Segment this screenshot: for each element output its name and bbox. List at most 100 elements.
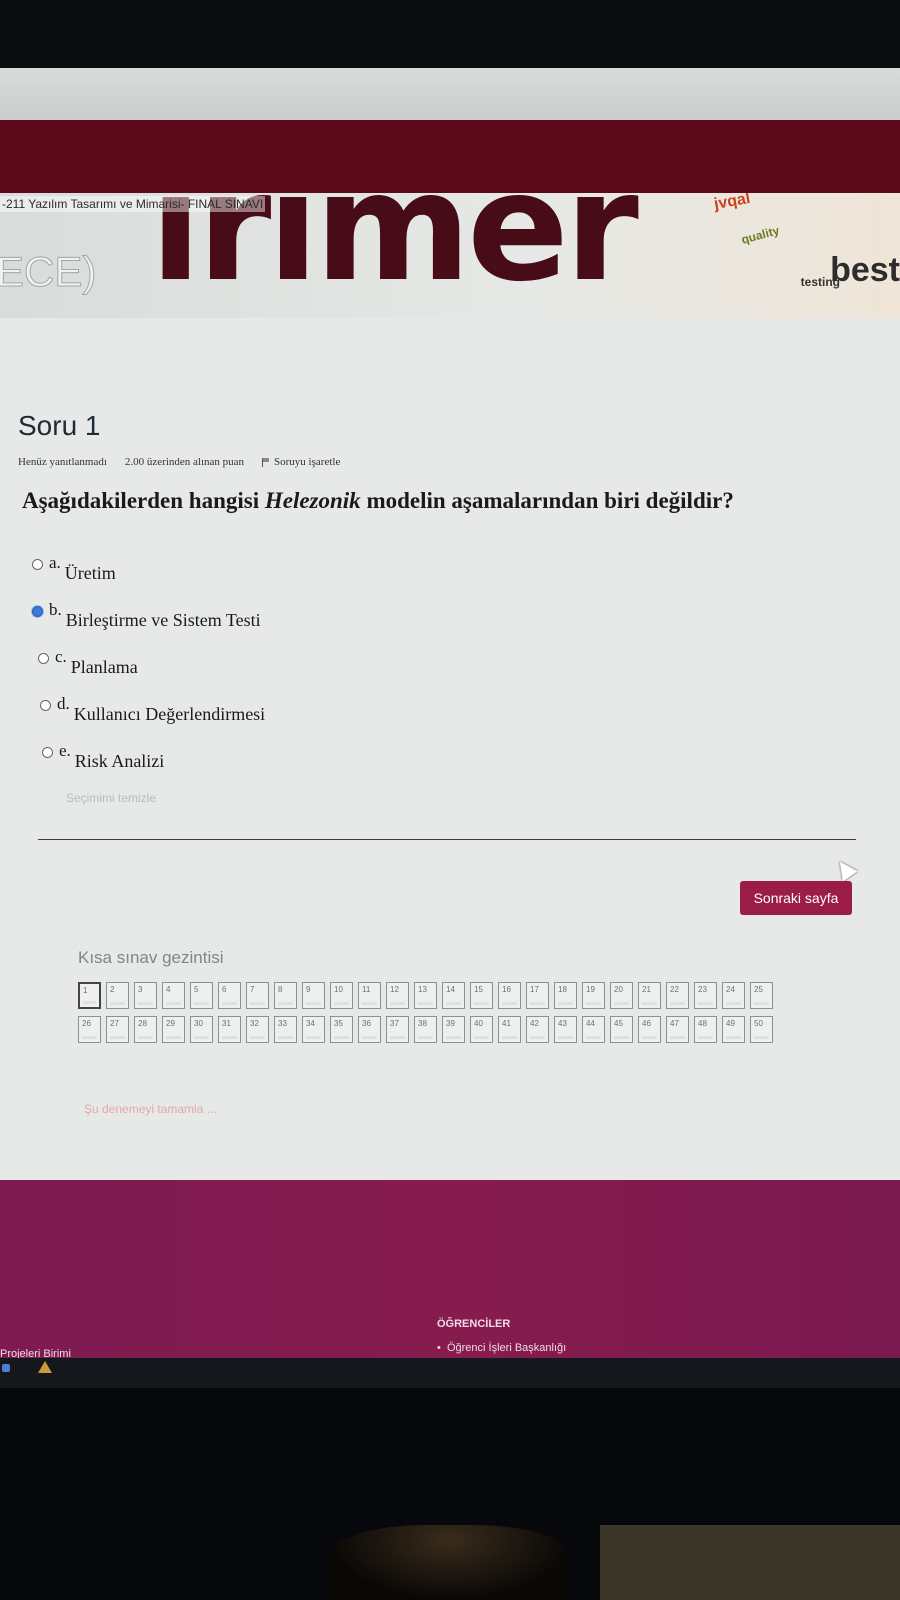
- quiz-nav-button[interactable]: 36: [358, 1016, 381, 1043]
- quiz-nav-button[interactable]: 15: [470, 982, 493, 1009]
- flag-question-link[interactable]: Soruyu işaretle: [262, 456, 340, 468]
- quiz-nav-button[interactable]: 11: [358, 982, 381, 1009]
- question-text-part: modelin aşamalarından biri değildir?: [360, 488, 734, 513]
- clear-selection-link[interactable]: Seçimimi temizle: [66, 791, 156, 805]
- breadcrumb[interactable]: -211 Yazılım Tasarımı ve Mimarisi- FINAL…: [0, 196, 266, 212]
- quiz-nav-button[interactable]: 25: [750, 982, 773, 1009]
- quiz-nav-button[interactable]: 8: [274, 982, 297, 1009]
- quiz-nav-button[interactable]: 29: [162, 1016, 185, 1043]
- answer-option-b[interactable]: b. Birleştirme ve Sistem Testi: [32, 600, 265, 647]
- cloud-word: quality: [740, 223, 782, 247]
- question-points: 2.00 üzerinden alınan puan: [124, 456, 245, 468]
- quiz-nav-button[interactable]: 46: [638, 1016, 661, 1043]
- quiz-nav-button[interactable]: 21: [638, 982, 661, 1009]
- cloud-word: best: [830, 251, 900, 289]
- question-meta: Henüz yanıtlanmadı 2.00 üzerinden alınan…: [18, 456, 340, 468]
- quiz-nav-button[interactable]: 17: [526, 982, 549, 1009]
- quiz-nav-button[interactable]: 4: [162, 982, 185, 1009]
- quiz-nav-button[interactable]: 9: [302, 982, 325, 1009]
- quiz-nav-button[interactable]: 42: [526, 1016, 549, 1043]
- quiz-nav-button[interactable]: 26: [78, 1016, 101, 1043]
- quiz-nav-button[interactable]: 24: [722, 982, 745, 1009]
- quiz-nav-button[interactable]: 3: [134, 982, 157, 1009]
- option-text: Kullanıcı Değerlendirmesi: [73, 704, 266, 724]
- quiz-nav-button[interactable]: 48: [694, 1016, 717, 1043]
- option-letter: d.: [57, 694, 70, 713]
- quiz-nav-button[interactable]: 45: [610, 1016, 633, 1043]
- quiz-nav-button[interactable]: 22: [666, 982, 689, 1009]
- quiz-nav-button[interactable]: 39: [442, 1016, 465, 1043]
- quiz-nav-button[interactable]: 38: [414, 1016, 437, 1043]
- option-text: Birleştirme ve Sistem Testi: [65, 610, 261, 630]
- next-page-button[interactable]: Sonraki sayfa: [740, 881, 852, 915]
- quiz-nav-button[interactable]: 30: [190, 1016, 213, 1043]
- site-footer: [0, 1180, 900, 1360]
- option-text: Üretim: [64, 563, 116, 583]
- quiz-nav-button[interactable]: 16: [498, 982, 521, 1009]
- radio-button-selected[interactable]: [32, 606, 43, 617]
- quiz-nav-button[interactable]: 41: [498, 1016, 521, 1043]
- quiz-nav-button[interactable]: 27: [106, 1016, 129, 1043]
- quiz-nav-button[interactable]: 35: [330, 1016, 353, 1043]
- quiz-nav-button[interactable]: 18: [554, 982, 577, 1009]
- option-letter: a.: [49, 553, 61, 572]
- option-letter: b.: [49, 600, 62, 619]
- answer-options: a. Üretim b. Birleştirme ve Sistem Testi…: [32, 553, 265, 788]
- question-title: Soru 1: [18, 410, 101, 441]
- quiz-nav-button[interactable]: 40: [470, 1016, 493, 1043]
- quiz-navigation-grid: 1 2 3 4 5 6 7 8 9 10 11 12 13 14 15 16 17 18 19 20 21 22 23 24 2…: [78, 982, 798, 1043]
- answer-option-c[interactable]: c. Planlama: [32, 647, 265, 694]
- quiz-nav-button[interactable]: 12: [386, 982, 409, 1009]
- quiz-nav-button[interactable]: 50: [750, 1016, 773, 1043]
- quiz-nav-button[interactable]: 19: [582, 982, 605, 1009]
- quiz-nav-button[interactable]: 14: [442, 982, 465, 1009]
- quiz-nav-button[interactable]: 47: [666, 1016, 689, 1043]
- taskbar-app-icon[interactable]: [2, 1364, 10, 1372]
- radio-button[interactable]: [38, 653, 49, 664]
- quiz-nav-button[interactable]: 23: [694, 982, 717, 1009]
- quiz-nav-button[interactable]: 20: [610, 982, 633, 1009]
- radio-button[interactable]: [40, 700, 51, 711]
- taskbar: [0, 1358, 900, 1388]
- taskbar-warning-icon[interactable]: [38, 1361, 52, 1373]
- monitor-bezel-top: [0, 0, 900, 70]
- monitor-stand: [330, 1525, 570, 1600]
- quiz-nav-button[interactable]: 1: [78, 982, 101, 1009]
- finish-attempt-link[interactable]: Şu denemeyi tamamla ...: [84, 1102, 217, 1116]
- quiz-nav-button[interactable]: 7: [246, 982, 269, 1009]
- question-text-part: Aşağıdakilerden hangisi: [22, 488, 265, 513]
- answer-option-e[interactable]: e. Risk Analizi: [32, 741, 265, 788]
- quiz-nav-button[interactable]: 37: [386, 1016, 409, 1043]
- option-text: Risk Analizi: [74, 751, 165, 771]
- footer-link[interactable]: • Öğrenci İşleri Başkanlığı: [437, 1342, 566, 1354]
- quiz-nav-button[interactable]: 31: [218, 1016, 241, 1043]
- flag-icon: [262, 457, 270, 467]
- quiz-nav-button[interactable]: 44: [582, 1016, 605, 1043]
- radio-button[interactable]: [32, 559, 43, 570]
- course-banner: ırımer -211 Yazılım Tasarımı ve Mimarisi…: [0, 193, 900, 318]
- quiz-nav-button[interactable]: 6: [218, 982, 241, 1009]
- answer-option-a[interactable]: a. Üretim: [32, 553, 265, 600]
- quiz-nav-button[interactable]: 2: [106, 982, 129, 1009]
- quiz-nav-button[interactable]: 32: [246, 1016, 269, 1043]
- quiz-nav-button[interactable]: 43: [554, 1016, 577, 1043]
- option-text: Planlama: [70, 657, 138, 677]
- browser-toolbar: [0, 68, 900, 120]
- option-letter: e.: [59, 741, 71, 760]
- quiz-nav-button[interactable]: 13: [414, 982, 437, 1009]
- radio-button[interactable]: [42, 747, 53, 758]
- footer-link-label: Öğrenci İşleri Başkanlığı: [446, 1342, 567, 1354]
- option-letter: c.: [55, 647, 67, 666]
- quiz-nav-button[interactable]: 34: [302, 1016, 325, 1043]
- answer-option-d[interactable]: d. Kullanıcı Değerlendirmesi: [32, 694, 265, 741]
- quiz-nav-button[interactable]: 33: [274, 1016, 297, 1043]
- quiz-nav-button[interactable]: 49: [722, 1016, 745, 1043]
- quiz-nav-button[interactable]: 5: [190, 982, 213, 1009]
- question-status: Henüz yanıtlanmadı: [18, 456, 107, 468]
- quiz-nav-button[interactable]: 10: [330, 982, 353, 1009]
- cloud-word: jvqal: [712, 193, 752, 214]
- quiz-nav-button[interactable]: 28: [134, 1016, 157, 1043]
- desk-surface: [600, 1525, 900, 1600]
- quiz-navigation-title: Kısa sınav gezintisi: [78, 948, 224, 967]
- footer-heading: ÖĞRENCİLER: [437, 1318, 511, 1330]
